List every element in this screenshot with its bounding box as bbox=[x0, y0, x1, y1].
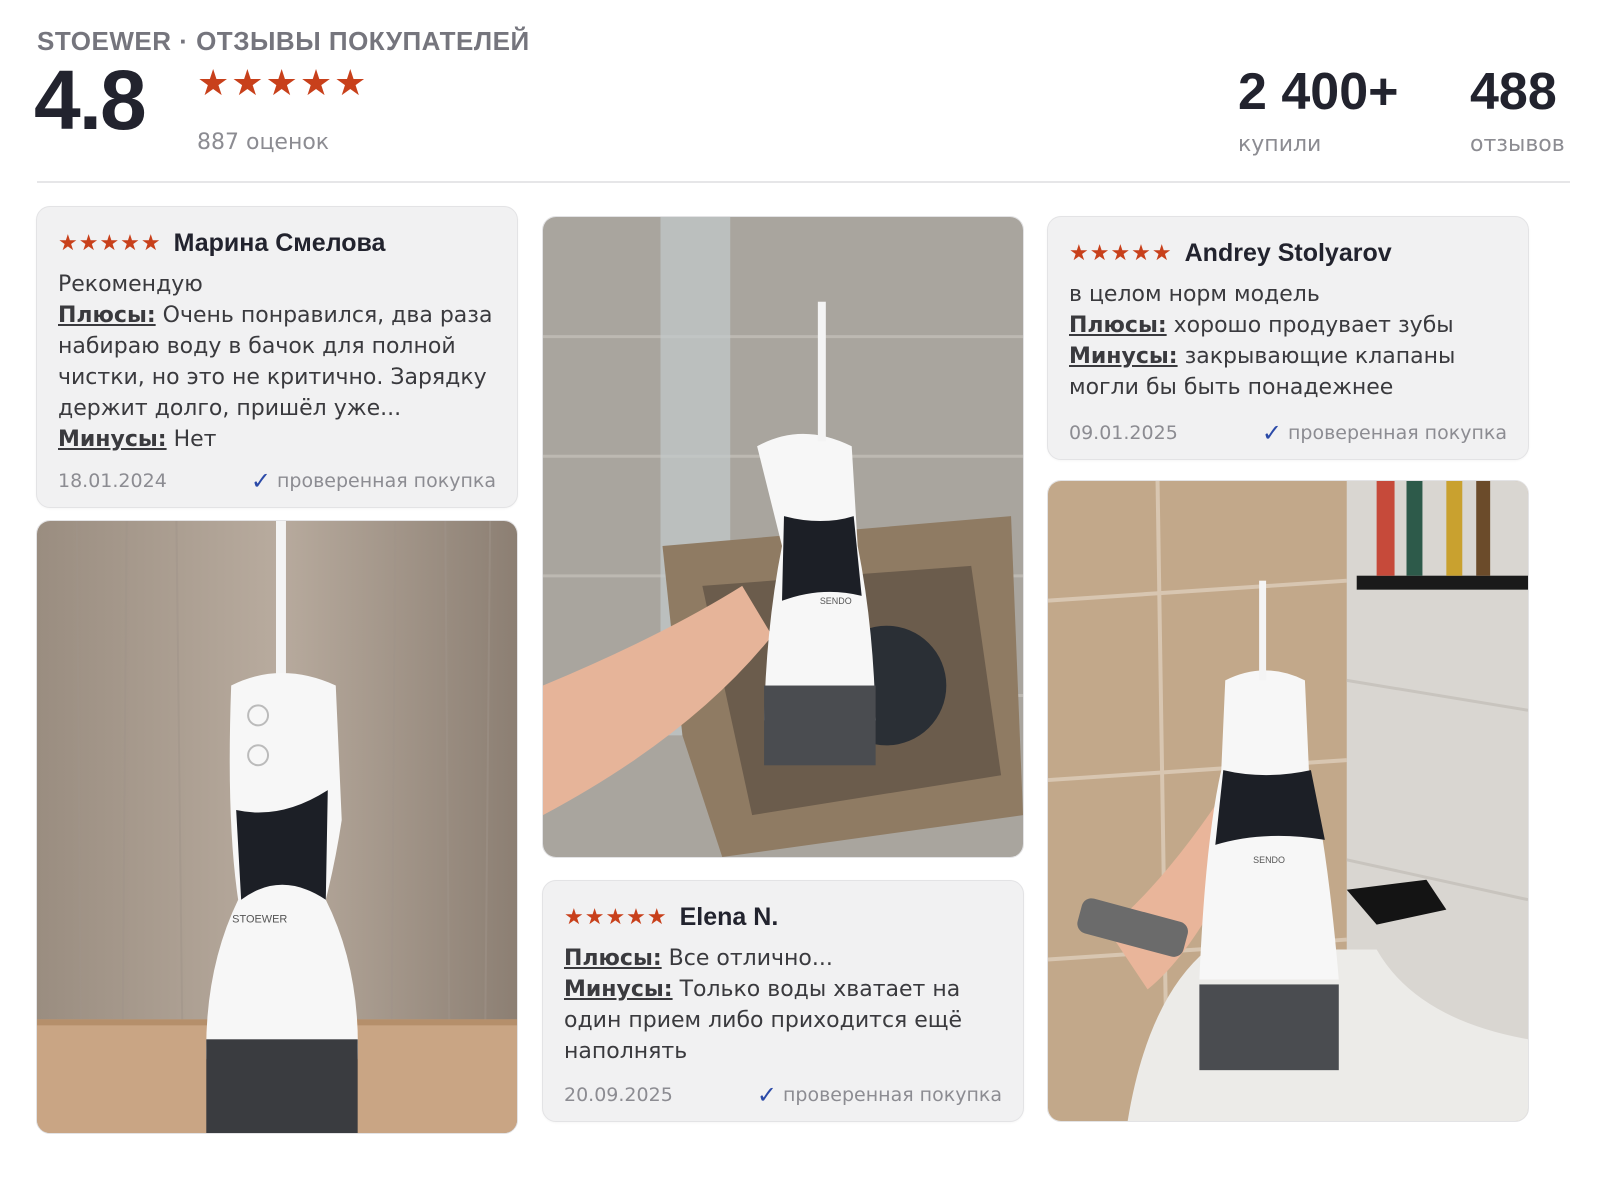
check-icon: ✓ bbox=[756, 1081, 777, 1109]
bought-value: 2 400+ bbox=[1238, 63, 1399, 121]
verified-label: проверенная покупка bbox=[782, 1084, 1002, 1106]
review-pros: Плюсы: Очень понравился, два раза набира… bbox=[58, 300, 496, 424]
verified-purchase: ✓ проверенная покупка bbox=[1262, 421, 1507, 445]
pros-label: Плюсы: bbox=[58, 303, 156, 328]
device-brand-label: STOEWER bbox=[232, 914, 287, 926]
review-photo[interactable]: SENDO bbox=[1047, 480, 1529, 1122]
review-photo[interactable]: STOEWER bbox=[36, 520, 518, 1134]
device-brand-label: SENDO bbox=[1253, 855, 1285, 865]
review-date: 20.09.2025 bbox=[564, 1084, 673, 1106]
review-stars: ★★★★★ bbox=[1069, 240, 1173, 266]
pros-text: Все отлично... bbox=[668, 946, 833, 971]
review-date: 09.01.2025 bbox=[1069, 422, 1178, 444]
cons-label: Минусы: bbox=[1069, 344, 1178, 369]
cons-text: Нет bbox=[173, 427, 217, 452]
review-stars: ★★★★★ bbox=[58, 230, 162, 256]
pros-label: Плюсы: bbox=[564, 946, 662, 971]
header-divider bbox=[37, 181, 1570, 183]
check-icon: ✓ bbox=[250, 467, 271, 495]
verified-label: проверенная покупка bbox=[276, 470, 496, 492]
review-author: Andrey Stolyarov bbox=[1184, 238, 1392, 267]
review-body: в целом норм модель Плюсы: хорошо продув… bbox=[1069, 279, 1507, 403]
review-cons: Минусы: закрывающие клапаны могли бы быт… bbox=[1069, 341, 1507, 403]
rating-value: 4.8 bbox=[34, 53, 147, 147]
ratings-count[interactable]: 887 оценок bbox=[197, 130, 329, 155]
review-body: Плюсы: Все отлично... Минусы: Только вод… bbox=[564, 943, 1002, 1067]
review-card[interactable]: ★★★★★ Elena N. Плюсы: Все отлично... Мин… bbox=[542, 880, 1024, 1122]
verified-purchase: ✓ проверенная покупка bbox=[251, 469, 496, 493]
pros-label: Плюсы: bbox=[1069, 313, 1167, 338]
review-author: Марина Смелова bbox=[173, 228, 386, 257]
review-pros: Плюсы: хорошо продувает зубы bbox=[1069, 310, 1507, 341]
review-card[interactable]: ★★★★★ Марина Смелова Рекомендую Плюсы: О… bbox=[36, 206, 518, 508]
reviews-value: 488 bbox=[1470, 63, 1557, 121]
review-pros: Плюсы: Все отлично... bbox=[564, 943, 1002, 974]
review-card[interactable]: ★★★★★ Andrey Stolyarov в целом норм моде… bbox=[1047, 216, 1529, 460]
cons-label: Минусы: bbox=[58, 427, 167, 452]
rating-stars: ★★★★★ bbox=[197, 63, 369, 104]
reviews-label: отзывов bbox=[1470, 132, 1565, 157]
review-photo[interactable]: SENDO bbox=[542, 216, 1024, 858]
review-body: Рекомендую Плюсы: Очень понравился, два … bbox=[58, 269, 496, 455]
verified-purchase: ✓ проверенная покупка bbox=[757, 1083, 1002, 1107]
cons-label: Минусы: bbox=[564, 977, 673, 1002]
review-author: Elena N. bbox=[679, 902, 779, 931]
verified-label: проверенная покупка bbox=[1287, 422, 1507, 444]
bought-label: купили bbox=[1238, 132, 1322, 157]
review-cons: Минусы: Только воды хватает на один прие… bbox=[564, 974, 1002, 1067]
review-cons: Минусы: Нет bbox=[58, 424, 496, 455]
review-stars: ★★★★★ bbox=[564, 904, 668, 930]
pros-text: хорошо продувает зубы bbox=[1173, 313, 1454, 338]
review-title: в целом норм модель bbox=[1069, 282, 1320, 307]
check-icon: ✓ bbox=[1261, 419, 1282, 447]
review-date: 18.01.2024 bbox=[58, 470, 167, 492]
device-brand-label: SENDO bbox=[820, 596, 852, 606]
stat-bought: 2 400+ купили bbox=[1238, 66, 1399, 157]
review-title: Рекомендую bbox=[58, 272, 203, 297]
stat-reviews[interactable]: 488 отзывов bbox=[1470, 66, 1565, 157]
